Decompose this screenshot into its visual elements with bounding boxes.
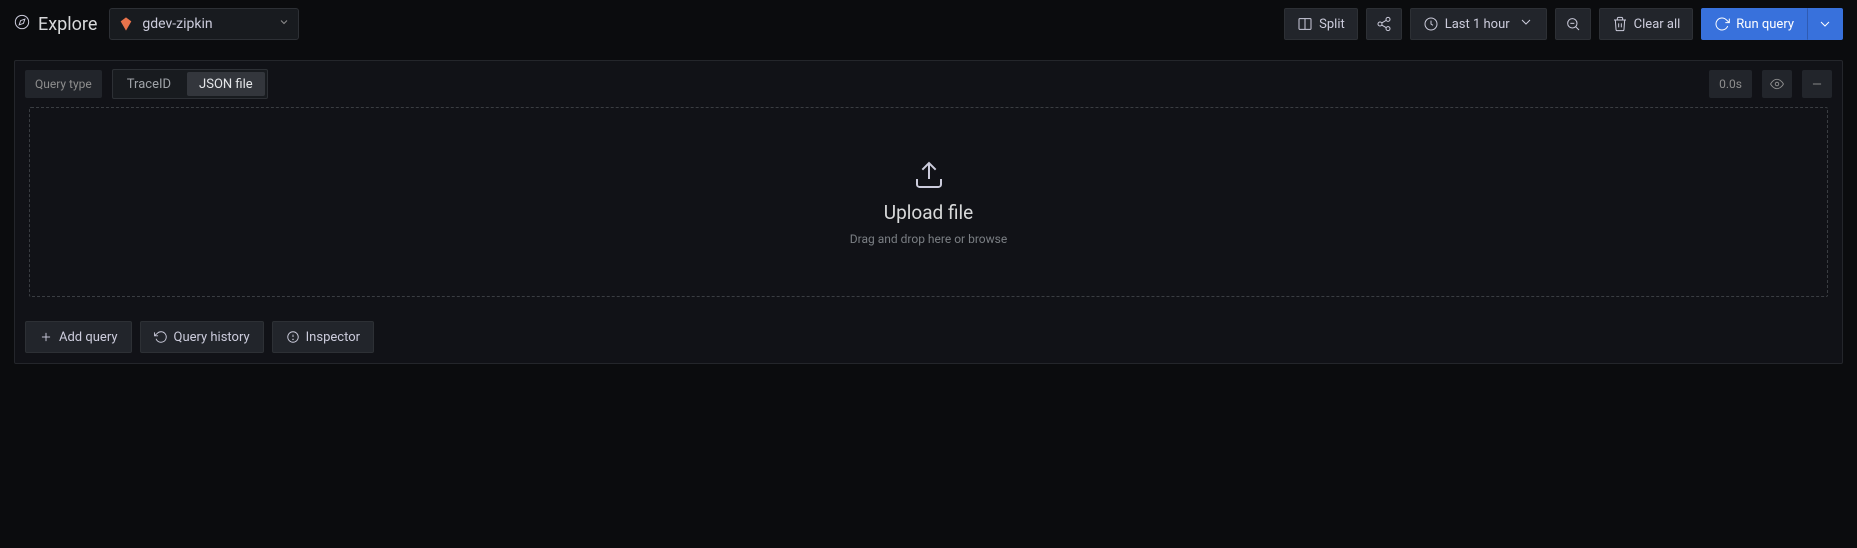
toolbar-right: Split Last 1 hour Clear all Run query — [1284, 8, 1843, 40]
query-panel: Query type TraceID JSON file 0.0s Upload… — [14, 60, 1843, 364]
query-type-radio: TraceID JSON file — [112, 69, 268, 99]
query-type-label: Query type — [25, 70, 102, 98]
run-query-label: Run query — [1736, 17, 1794, 32]
upload-icon — [913, 159, 945, 195]
chevron-down-icon — [278, 16, 290, 32]
page-title: Explore — [38, 14, 97, 35]
add-query-label: Add query — [59, 330, 118, 345]
upload-subtitle: Drag and drop here or browse — [850, 232, 1007, 246]
panel-footer: Add query Query history Inspector — [15, 311, 1842, 363]
split-label: Split — [1319, 17, 1345, 32]
upload-dropzone[interactable]: Upload file Drag and drop here or browse — [29, 107, 1828, 297]
datasource-name: gdev-zipkin — [142, 16, 212, 32]
clear-all-label: Clear all — [1634, 17, 1681, 32]
clear-all-button[interactable]: Clear all — [1599, 8, 1694, 40]
compass-icon — [14, 14, 30, 34]
radio-jsonfile[interactable]: JSON file — [187, 72, 265, 96]
time-range-picker[interactable]: Last 1 hour — [1410, 8, 1547, 40]
collapse-button[interactable] — [1802, 70, 1832, 98]
share-button[interactable] — [1366, 8, 1402, 40]
upload-title: Upload file — [884, 201, 973, 224]
title-group: Explore — [14, 14, 97, 35]
radio-traceid[interactable]: TraceID — [113, 70, 185, 98]
add-query-button[interactable]: Add query — [25, 321, 132, 353]
zipkin-icon — [118, 16, 134, 32]
chevron-down-icon — [1516, 14, 1534, 34]
datasource-picker[interactable]: gdev-zipkin — [109, 8, 299, 40]
query-timing: 0.0s — [1709, 70, 1752, 98]
run-query-button[interactable]: Run query — [1701, 8, 1807, 40]
inspector-button[interactable]: Inspector — [272, 321, 374, 353]
inspector-label: Inspector — [306, 330, 360, 345]
time-range-label: Last 1 hour — [1445, 17, 1510, 32]
split-button[interactable]: Split — [1284, 8, 1358, 40]
zoom-out-button[interactable] — [1555, 8, 1591, 40]
toggle-visibility-button[interactable] — [1762, 70, 1792, 98]
query-row: Query type TraceID JSON file 0.0s — [15, 61, 1842, 107]
query-history-label: Query history — [174, 330, 250, 345]
toolbar: Explore gdev-zipkin Split Last 1 hour — [0, 0, 1857, 48]
run-query-menu-button[interactable] — [1807, 8, 1843, 40]
query-history-button[interactable]: Query history — [140, 321, 264, 353]
